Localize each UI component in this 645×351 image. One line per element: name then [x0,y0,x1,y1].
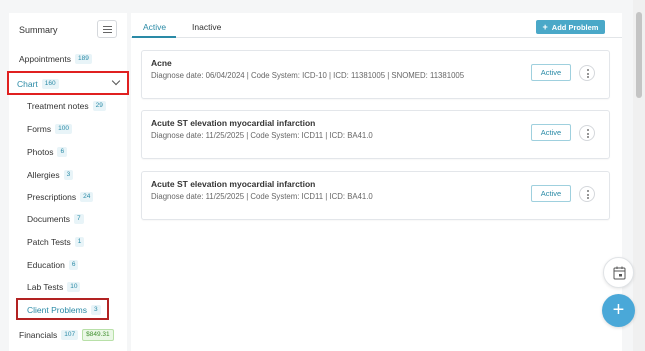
sidebar-item-patch-tests[interactable]: Patch Tests 1 [27,237,85,247]
sidebar-item-label: Lab Tests [27,282,64,292]
sidebar-item-label: Education [27,260,65,270]
sidebar-item-label: Allergies [27,170,60,180]
collapse-sidebar-button[interactable] [97,20,117,38]
calendar-fab-button[interactable] [603,257,634,288]
kebab-dot [586,72,589,75]
kebab-dot [586,193,589,196]
problem-meta: Diagnose date: 11/25/2025 | Code System:… [151,192,373,201]
add-problem-label: Add Problem [551,22,599,32]
kebab-dot [586,69,589,71]
sidebar-item-financials[interactable]: Financials 107 $849.31 [19,329,114,341]
highlight-box-chart: Chart 160 [7,71,129,95]
status-button[interactable]: Active [531,64,571,81]
highlight-box-client-problems: Client Problems 3 [16,298,109,320]
active-tab-indicator [132,36,176,38]
kebab-dot [586,197,589,199]
scrollbar-thumb[interactable] [636,12,642,98]
problem-meta: Diagnose date: 06/04/2024 | Code System:… [151,71,465,80]
kebab-dot [586,136,589,138]
count-badge: 107 [61,330,79,340]
count-badge: 24 [80,192,94,202]
sidebar-item-education[interactable]: Education 6 [27,260,79,270]
sidebar: Summary Appointments 189 Chart 160 Treat… [7,13,129,351]
count-badge: 10 [67,282,81,292]
summary-row[interactable]: Summary [9,20,127,40]
sidebar-item-label: Financials [19,330,58,340]
count-badge: 6 [68,260,79,270]
status-button[interactable]: Active [531,124,571,141]
list-collapse-icon-line [103,29,112,30]
problem-card: Acute ST elevation myocardial infarction… [141,171,610,220]
plus-icon: + [612,299,625,321]
main-panel: Active Inactive + Add Problem Acne Diagn… [131,13,622,351]
count-badge: 160 [41,79,59,89]
sidebar-item-label: Treatment notes [27,101,89,111]
count-badge: 3 [91,305,101,315]
sidebar-item-label: Appointments [19,54,71,64]
sidebar-item-allergies[interactable]: Allergies 3 [27,170,74,180]
sidebar-item-documents[interactable]: Documents 7 [27,214,84,224]
kebab-dot [586,190,589,192]
sidebar-item-prescriptions[interactable]: Prescriptions 24 [27,192,94,202]
tab-inactive[interactable]: Inactive [192,22,221,32]
list-collapse-icon [103,26,112,27]
balance-badge: $849.31 [82,329,114,341]
status-button[interactable]: Active [531,185,571,202]
calendar-icon [613,266,626,280]
sidebar-item-label: Chart [17,79,38,89]
list-collapse-icon-line [103,32,112,33]
more-vertical-icon[interactable] [579,125,595,141]
kebab-dot [586,132,589,135]
more-vertical-icon[interactable] [579,186,595,202]
plus-icon: + [542,22,548,32]
summary-label: Summary [19,25,58,35]
sidebar-item-label: Documents [27,214,70,224]
add-problem-button[interactable]: + Add Problem [536,20,605,34]
add-fab-button[interactable]: + [602,294,635,327]
count-badge: 100 [55,124,72,134]
problem-card: Acne Diagnose date: 06/04/2024 | Code Sy… [141,50,610,99]
count-badge: 189 [74,54,92,64]
tab-bar: Active Inactive + Add Problem [131,13,622,38]
problem-meta: Diagnose date: 11/25/2025 | Code System:… [151,131,373,140]
count-badge: 7 [74,214,84,224]
sidebar-item-label: Prescriptions [27,192,77,202]
chevron-down-icon[interactable] [111,76,121,86]
count-badge: 3 [63,170,74,180]
count-badge: 29 [92,101,106,111]
more-vertical-icon[interactable] [579,65,595,81]
sidebar-item-label: Patch Tests [27,237,71,247]
sidebar-item-appointments[interactable]: Appointments 189 [19,54,92,64]
count-badge: 6 [57,147,68,157]
count-badge: 1 [74,237,85,247]
kebab-dot [586,129,589,131]
kebab-dot [586,76,589,78]
problem-title: Acute ST elevation myocardial infarction [151,118,316,128]
sidebar-item-label: Photos [27,147,54,157]
sidebar-item-lab-tests[interactable]: Lab Tests 10 [27,282,81,292]
sidebar-item-label: Client Problems [27,305,87,315]
problem-title: Acute ST elevation myocardial infarction [151,179,316,189]
problem-title: Acne [151,58,172,68]
sidebar-item-client-problems[interactable]: Client Problems 3 [27,305,101,315]
sidebar-item-photos[interactable]: Photos 6 [27,147,68,157]
sidebar-item-treatment-notes[interactable]: Treatment notes 29 [27,101,106,111]
page-scrollbar[interactable] [633,0,645,351]
problem-card: Acute ST elevation myocardial infarction… [141,110,610,159]
sidebar-item-chart[interactable]: Chart 160 [17,79,59,89]
sidebar-item-label: Forms [27,124,52,134]
tab-active[interactable]: Active [143,22,166,32]
sidebar-item-forms[interactable]: Forms 100 [27,124,72,134]
